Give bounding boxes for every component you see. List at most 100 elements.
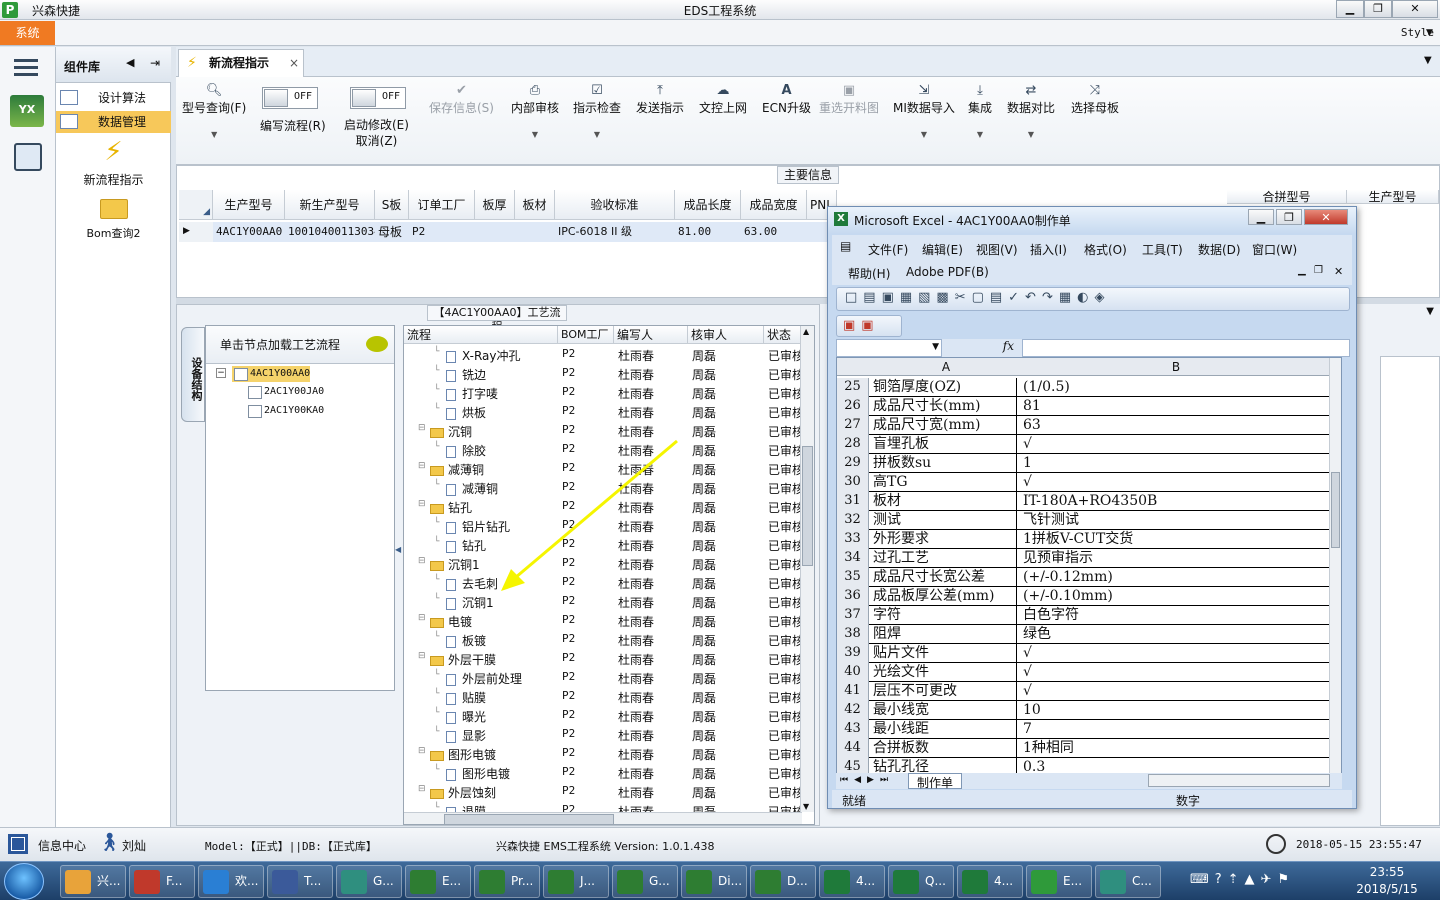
cell-b[interactable]: IT-180A+RO4350B xyxy=(1021,492,1331,510)
calculator-module-icon[interactable] xyxy=(14,143,42,171)
column-header[interactable]: 编写人 xyxy=(614,326,688,344)
excel-doc-minimize-icon[interactable]: ▁ xyxy=(1298,265,1306,276)
yx-module-icon[interactable]: YX xyxy=(10,95,44,127)
excel-menu-insert[interactable]: 插入(I) xyxy=(1030,241,1067,258)
reselect-cut-diagram-button[interactable]: ▣ 重选开料图 xyxy=(819,83,879,116)
maximize-button[interactable]: ❐ xyxy=(1364,0,1392,18)
excel-row[interactable]: 26 成品尺寸长(mm) 81 xyxy=(837,397,1333,416)
cell-length[interactable]: 81.00 xyxy=(675,222,741,242)
cell-a[interactable]: 铜箔厚度(OZ) xyxy=(871,378,1017,396)
excel-menu-format[interactable]: 格式(O) xyxy=(1084,241,1127,258)
column-header[interactable]: 状态 xyxy=(764,326,802,344)
column-header[interactable]: 板材 xyxy=(515,190,555,220)
cell-a[interactable]: 成品尺寸宽(mm) xyxy=(871,416,1017,434)
row-number[interactable]: 36 xyxy=(837,587,869,606)
write-flow-toggle[interactable]: OFF xyxy=(262,87,318,109)
excel-menu-help[interactable]: 帮助(H) xyxy=(848,265,890,282)
excel-row[interactable]: 35 成品尺寸长宽公差 (+/-0.12mm) xyxy=(837,568,1333,587)
cell-sboard[interactable]: 母板 xyxy=(375,222,409,242)
excel-doc-close-icon[interactable]: ✕ xyxy=(1334,265,1343,278)
excel-row[interactable]: 30 高TG √ xyxy=(837,473,1333,492)
column-header-a[interactable]: A xyxy=(871,360,1021,374)
send-instruction-button[interactable]: ⤒ 发送指示 xyxy=(636,83,684,116)
excel-row[interactable]: 42 最小线宽 10 xyxy=(837,701,1333,720)
excel-menu-tools[interactable]: 工具(T) xyxy=(1142,241,1183,258)
tab-new-flow[interactable]: ⚡ 新流程指示 × xyxy=(178,49,304,77)
cell-a[interactable]: 成品尺寸长(mm) xyxy=(871,397,1017,415)
cell-a[interactable]: 高TG xyxy=(871,473,1017,491)
excel-row[interactable]: 27 成品尺寸宽(mm) 63 xyxy=(837,416,1333,435)
excel-vertical-scrollbar[interactable] xyxy=(1329,358,1341,774)
column-header[interactable]: 订单工厂 xyxy=(409,190,475,220)
column-header[interactable]: 核审人 xyxy=(688,326,764,344)
taskbar-app-button[interactable]: D... xyxy=(750,865,816,898)
row-number[interactable]: 31 xyxy=(837,492,869,511)
enable-edit-button[interactable]: 启动修改(E) 取消(Z) xyxy=(344,117,409,149)
row-number[interactable]: 34 xyxy=(837,549,869,568)
flow-row[interactable]: └ 烘板 P2 杜雨春 周磊 已审核 xyxy=(404,403,802,422)
excel-menu-window[interactable]: 窗口(W) xyxy=(1252,241,1297,258)
row-number[interactable]: 32 xyxy=(837,511,869,530)
row-number[interactable]: 33 xyxy=(837,530,869,549)
column-header[interactable]: 成品宽度 xyxy=(741,190,807,220)
column-header-b[interactable]: B xyxy=(1021,360,1331,374)
pin-icon[interactable]: ⇥ xyxy=(150,56,160,70)
start-button[interactable] xyxy=(4,863,44,900)
flow-row[interactable]: └ X-Ray冲孔 P2 杜雨春 周磊 已审核 xyxy=(404,346,802,365)
excel-menu-adobe-pdf[interactable]: Adobe PDF(B) xyxy=(906,265,989,279)
cell-a[interactable]: 过孔工艺 xyxy=(871,549,1017,567)
taskbar-app-button[interactable]: F... xyxy=(129,865,195,898)
cell-a[interactable]: 最小线距 xyxy=(871,720,1017,738)
cell-a[interactable]: 层压不可更改 xyxy=(871,682,1017,700)
column-header[interactable]: 生产型号 xyxy=(1347,190,1439,204)
column-header[interactable]: 合拼型号 xyxy=(1227,190,1347,204)
info-center-link[interactable]: 信息中心 xyxy=(38,837,86,854)
tree-node[interactable]: 2AC1Y00JA0 xyxy=(246,384,324,400)
excel-row[interactable]: 32 测试 飞针测试 xyxy=(837,511,1333,530)
taskbar-app-button[interactable]: Pr... xyxy=(474,865,540,898)
integrate-button[interactable]: ⤓ 集成 ▼ xyxy=(968,83,992,139)
cell-b[interactable]: √ xyxy=(1021,473,1331,491)
excel-row[interactable]: 44 合拼板数 1种相同 xyxy=(837,739,1333,758)
cell-a[interactable]: 板材 xyxy=(871,492,1017,510)
column-header[interactable]: 新生产型号 xyxy=(285,190,375,220)
row-number[interactable]: 44 xyxy=(837,739,869,758)
row-number[interactable]: 40 xyxy=(837,663,869,682)
excel-menu-edit[interactable]: 编辑(E) xyxy=(922,241,963,258)
excel-row[interactable]: 36 成品板厚公差(mm) (+/-0.10mm) xyxy=(837,587,1333,606)
cell-factory[interactable]: P2 xyxy=(409,222,475,242)
cell-b[interactable]: 绿色 xyxy=(1021,625,1331,643)
tree-node[interactable]: 4AC1Y00AA0 xyxy=(232,366,311,382)
taskbar-app-button[interactable]: 欢... xyxy=(198,865,264,898)
flow-row[interactable]: ⊟ 外层干膜 P2 杜雨春 周磊 已审核 xyxy=(404,650,802,669)
taskbar-app-button[interactable]: T... xyxy=(267,865,333,898)
excel-menu-file[interactable]: 文件(F) xyxy=(868,241,908,258)
column-header[interactable]: 成品长度 xyxy=(675,190,741,220)
excel-close-button[interactable]: ✕ xyxy=(1304,209,1348,225)
cell-b[interactable]: (+/-0.12mm) xyxy=(1021,568,1331,586)
flow-row[interactable]: └ 打字唛 P2 杜雨春 周磊 已审核 xyxy=(404,384,802,403)
cell-b[interactable]: 63 xyxy=(1021,416,1331,434)
excel-pdf-toolbar[interactable]: ▣▣ xyxy=(836,315,902,337)
excel-row[interactable]: 39 贴片文件 √ xyxy=(837,644,1333,663)
taskbar-app-button[interactable]: E... xyxy=(1026,865,1092,898)
row-number[interactable]: 35 xyxy=(837,568,869,587)
excel-row[interactable]: 41 层压不可更改 √ xyxy=(837,682,1333,701)
model-query-button[interactable]: 🔍︎ 型号查询(F) ▼ xyxy=(182,83,246,139)
cell-b[interactable]: 7 xyxy=(1021,720,1331,738)
tab-dropdown-icon[interactable]: ▼ xyxy=(1424,55,1432,66)
cell-b[interactable]: 白色字符 xyxy=(1021,606,1331,624)
excel-row[interactable]: 25 铜箔厚度(OZ) (1/0.5) xyxy=(837,378,1333,397)
taskbar-app-button[interactable]: 兴... xyxy=(60,865,126,898)
cell-a[interactable]: 阻焊 xyxy=(871,625,1017,643)
column-header[interactable]: S板 xyxy=(375,190,409,220)
style-dropdown-icon[interactable]: ▼ xyxy=(1426,28,1433,38)
cell-b[interactable]: √ xyxy=(1021,435,1331,453)
ecn-upgrade-button[interactable]: A ECN升级 xyxy=(762,83,811,116)
cell-b[interactable]: 10 xyxy=(1021,701,1331,719)
vertical-scrollbar[interactable]: ▲ ▼ xyxy=(800,326,814,812)
tree-collapse-icon[interactable]: − xyxy=(216,368,226,378)
cell-a[interactable]: 字符 xyxy=(871,606,1017,624)
flow-row[interactable]: └ 铣边 P2 杜雨春 周磊 已审核 xyxy=(404,365,802,384)
row-number[interactable]: 43 xyxy=(837,720,869,739)
